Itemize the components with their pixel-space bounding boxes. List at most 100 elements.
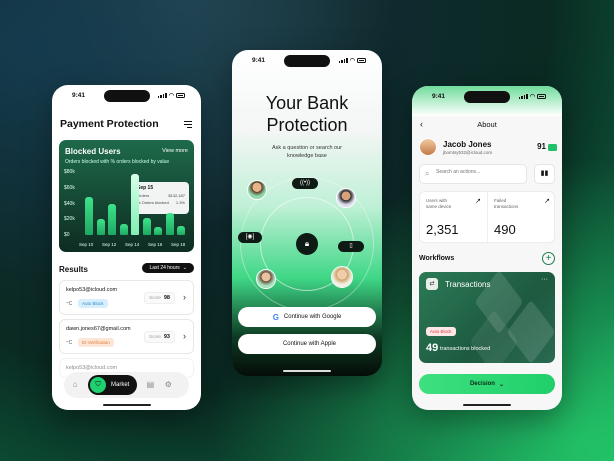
status-icons: ◠ [157, 92, 185, 99]
transactions-card[interactable]: ⇄ Transactions ··· Auto Block 49 transac… [419, 272, 555, 363]
shield-icon: ⛉ [90, 377, 106, 393]
score-label: Score [149, 295, 161, 300]
stat-failed-transactions[interactable]: Failed transactions ↗ 490 [488, 192, 556, 244]
result-row[interactable]: kelpo53@icloud.com ⁼C Auto Block Score 98… [59, 280, 194, 315]
result-email: kelpo53@icloud.com [66, 287, 118, 293]
x-tick-label: Sep 16 [148, 242, 163, 247]
user-about-screen: 9:41 ◠ ‹ About Jacob Jones jbomtsy532@ic… [412, 86, 562, 410]
chart-bar[interactable] [142, 217, 151, 235]
hero-title-line2: Protection [266, 115, 348, 135]
result-row[interactable]: dawn.jones67@gmail.com ⁼C ID Verificatio… [59, 319, 194, 354]
tooltip-orders-row: Orders $132,187 [137, 193, 185, 198]
score-chip: Score 98 [144, 292, 175, 304]
battery-icon [537, 94, 546, 99]
chart-bar[interactable] [177, 225, 185, 235]
time-filter-label: Last 24 hours [149, 265, 180, 271]
chart-bar[interactable] [85, 197, 93, 235]
user-email: jbomtsy532@icloud.com [443, 150, 493, 155]
transactions-icon: ⇄ [426, 278, 438, 290]
continue-with-apple-button[interactable]: Continue with Apple [238, 334, 376, 354]
chart-bar[interactable] [96, 219, 105, 235]
x-tick-label: Sep 18 [171, 242, 186, 247]
status-bar: 9:41 ◠ [52, 91, 201, 103]
user-score: 91 [537, 142, 546, 151]
time-filter-dropdown[interactable]: Last 24 hours ⌄ [142, 263, 194, 273]
stat-same-device[interactable]: Users with same device ↗ 2,351 [420, 192, 488, 244]
search-box: ⌕ [419, 164, 527, 184]
card-icon [548, 144, 557, 151]
status-icons: ◠ [338, 57, 366, 64]
payment-protection-screen: 9:41 ◠ Payment Protection Blocked Users … [52, 85, 201, 410]
view-more-link[interactable]: View more [162, 148, 188, 154]
continue-with-google-button[interactable]: G Continue with Google [238, 307, 376, 327]
apple-button-label: Continue with Apple [282, 341, 337, 347]
transactions-count: 49 [426, 342, 439, 354]
stat-label: Failed transactions [494, 198, 518, 210]
status-badge: Auto Block [426, 327, 456, 336]
page-title: About [477, 120, 497, 129]
hero-subtitle-line1: Ask a question or search our [271, 145, 342, 151]
page-title: Payment Protection [60, 118, 159, 130]
result-email: kelpo53@icloud.com [66, 365, 118, 371]
battery-icon [357, 58, 366, 63]
transactions-count-label: transactions blocked [440, 346, 491, 352]
merchant-logo-icon: ⁼C [66, 301, 73, 307]
menu-icon[interactable] [184, 121, 192, 130]
stat-label: Users with same device [426, 198, 451, 210]
chart-bar[interactable] [108, 203, 116, 235]
score-label: Score [149, 334, 161, 339]
decision-label: Decision [469, 381, 495, 387]
lock-icon: 🔒︎ [296, 233, 318, 255]
arrow-up-right-icon: ↗ [544, 198, 550, 205]
results-title: Results [59, 265, 88, 274]
x-tick-label: Sep 12 [102, 242, 117, 247]
chevron-right-icon[interactable]: › [183, 331, 186, 341]
tooltip-orders-value: $132,187 [168, 193, 185, 198]
home-indicator [283, 370, 331, 372]
chart-icon[interactable]: ▤ [145, 380, 155, 390]
gear-icon[interactable]: ⚙ [163, 380, 173, 390]
hero-title-line1: Your Bank [265, 93, 349, 113]
blocked-users-card: Blocked Users View more Orders blocked w… [59, 140, 194, 252]
scan-icon: [◉] [238, 232, 262, 243]
hero-subtitle: Ask a question or search our knowledge b… [232, 144, 382, 160]
signal-icon [518, 94, 528, 99]
google-icon: G [272, 312, 279, 322]
chart-bar[interactable] [165, 212, 174, 235]
chart-bar[interactable] [154, 227, 162, 235]
add-workflow-button[interactable]: + [542, 252, 555, 265]
hero-subtitle-line2: knowledge base [287, 153, 327, 159]
nav-market-button[interactable]: ⛉ Market [88, 375, 138, 395]
search-input[interactable] [436, 169, 521, 175]
more-icon[interactable]: ··· [541, 276, 548, 283]
tooltip-pct-row: % Orders blocked 1.3% [137, 200, 185, 205]
stat-label-line2: transactions [494, 204, 519, 209]
arrow-up-right-icon: ↗ [475, 198, 481, 205]
chart-bar[interactable] [131, 173, 139, 235]
status-badge: Auto Block [78, 299, 108, 308]
search-icon: ⌕ [425, 169, 430, 178]
stat-value: 490 [494, 222, 516, 237]
stat-label-line2: same device [426, 204, 452, 209]
chart-bar[interactable] [119, 223, 128, 235]
x-tick-label: Sep 14 [125, 242, 140, 247]
score-chip: Score 93 [144, 331, 175, 343]
chevron-right-icon[interactable]: › [183, 292, 186, 302]
y-tick-label: $40k [64, 200, 75, 207]
decision-button[interactable]: Decision ⌄ [419, 374, 555, 394]
chevron-down-icon: ⌄ [182, 265, 187, 271]
y-tick-label: $0 [64, 232, 70, 238]
y-tick-label: $20k [64, 216, 75, 223]
avatar [336, 188, 356, 208]
workflows-title: Workflows [419, 255, 455, 262]
status-time: 9:41 [72, 92, 86, 99]
stat-value: 2,351 [426, 222, 459, 237]
bank-protection-screen: 9:41 ◠ Your Bank Protection Ask a questi… [232, 50, 382, 376]
blocked-users-subtitle: Orders blocked with % orders blocked by … [65, 159, 170, 165]
chart-filter-button[interactable]: ▮▮ [534, 164, 555, 184]
stats-card: Users with same device ↗ 2,351 Failed tr… [419, 191, 556, 244]
home-icon[interactable]: ⌂ [70, 380, 80, 390]
tooltip-pct-value: 1.3% [175, 200, 185, 205]
tooltip-date: Sep 15 [137, 185, 154, 191]
status-badge: ID Verification [78, 338, 114, 347]
